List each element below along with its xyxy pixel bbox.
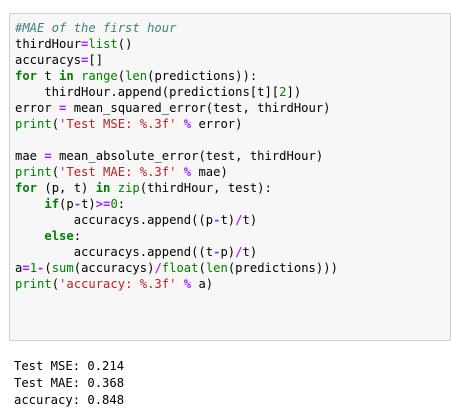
code-token-string: 'Test MAE: %.3f' xyxy=(59,165,177,179)
code-token-plain: [] xyxy=(88,53,104,67)
code-token-plain: (predictions))) xyxy=(227,261,338,275)
code-cell[interactable]: #MAE of the first hour thirdHour=list() ac… xyxy=(9,13,451,341)
code-token-operator: = xyxy=(22,261,30,275)
code-token-plain: error) xyxy=(191,117,243,131)
code-token-plain: (p, t) xyxy=(37,181,96,195)
code-token-plain: t) xyxy=(81,197,96,211)
code-token-plain: ( xyxy=(51,165,60,179)
code-token-keyword: in xyxy=(59,69,74,83)
code-token-keyword: else xyxy=(44,229,74,243)
code-token-keyword: for xyxy=(15,69,38,83)
code-token-builtin: zip xyxy=(117,181,140,195)
code-token-plain: accuracys xyxy=(15,53,82,67)
code-token-plain: mean_absolute_error(test, thirdHour) xyxy=(51,149,324,163)
code-token-plain: p) xyxy=(220,245,236,259)
code-token-plain: error xyxy=(15,101,60,115)
code-token-builtin: print xyxy=(15,277,52,291)
output-line: Test MSE: 0.214 xyxy=(14,359,125,373)
code-token-number: 0 xyxy=(110,197,118,211)
code-token-plain: t) xyxy=(242,245,258,259)
code-token-plain: ( xyxy=(198,261,206,275)
output-line: Test MAE: 0.368 xyxy=(14,376,125,390)
code-token-builtin: print xyxy=(15,117,52,131)
code-token-plain: ( xyxy=(117,69,126,83)
code-token-plain: (accuracys) xyxy=(73,261,155,275)
code-token-plain: a) xyxy=(191,277,214,291)
code-line: a=1-(sum(accuracys)/float(len(prediction… xyxy=(15,260,338,276)
code-line: print('accuracy: %.3f' % a) xyxy=(15,276,338,292)
code-token-comment: #MAE of the first hour xyxy=(15,21,177,35)
code-line: else: xyxy=(15,228,338,244)
code-line: accuracys=[] xyxy=(15,52,338,68)
cell-output: Test MSE: 0.214 Test MAE: 0.368 accuracy: … xyxy=(14,358,124,409)
code-line: mae = mean_absolute_error(test, thirdHou… xyxy=(15,148,338,164)
code-line: for t in range(len(predictions)): xyxy=(15,68,338,84)
code-line: accuracys.append((t-p)/t) xyxy=(15,244,338,260)
code-token-builtin: float xyxy=(161,261,199,275)
code-token-operator: / xyxy=(154,261,162,275)
code-token-builtin: len xyxy=(205,261,228,275)
code-line: accuracys.append((p-t)/t) xyxy=(15,212,338,228)
code-token-keyword: if xyxy=(44,197,60,211)
code-line: thirdHour=list() xyxy=(15,36,338,52)
code-token-plain: : xyxy=(73,229,82,243)
code-token-plain: t) xyxy=(220,213,236,227)
code-token-plain: : xyxy=(117,197,126,211)
code-token-plain: accuracys.append((p xyxy=(15,213,214,227)
code-token-operator: = xyxy=(44,149,52,163)
code-line: #MAE of the first hour xyxy=(15,20,338,36)
code-token-builtin: sum xyxy=(51,261,74,275)
code-token-plain: ]) xyxy=(286,85,302,99)
code-token-operator: / xyxy=(235,213,243,227)
code-token-string: 'accuracy: %.3f' xyxy=(59,277,177,291)
code-token-plain: mean_squared_error(test, thirdHour) xyxy=(66,101,331,115)
code-token-plain: (thirdHour, test): xyxy=(139,181,272,195)
code-token-operator: - xyxy=(73,197,82,211)
code-token-builtin: print xyxy=(15,165,52,179)
code-token-plain: (p xyxy=(59,197,74,211)
code-line: print('Test MAE: %.3f' % mae) xyxy=(15,164,338,180)
code-token-builtin: len xyxy=(125,69,148,83)
code-line: thirdHour.append(predictions[t][2]) xyxy=(15,84,338,100)
code-token-builtin: range xyxy=(81,69,118,83)
code-line: if(p-t)>=0: xyxy=(15,196,338,212)
code-token-plain: thirdHour xyxy=(15,37,82,51)
code-token-builtin: list xyxy=(88,37,118,51)
code-token-operator: >= xyxy=(95,197,111,211)
code-line: for (p, t) in zip(thirdHour, test): xyxy=(15,180,338,196)
code-token-plain: t xyxy=(37,69,60,83)
code-token-string: 'Test MSE: %.3f' xyxy=(59,117,177,131)
code-token-plain: (predictions)): xyxy=(147,69,258,83)
code-editor[interactable]: #MAE of the first hour thirdHour=list() ac… xyxy=(15,20,338,292)
code-token-plain: thirdHour.append(predictions[t][ xyxy=(15,85,280,99)
code-line: error = mean_squared_error(test, thirdHo… xyxy=(15,100,338,116)
code-token-number: 2 xyxy=(279,85,287,99)
code-token-operator: / xyxy=(235,245,243,259)
code-token-plain: ( xyxy=(51,117,60,131)
code-token-keyword: in xyxy=(95,181,111,195)
code-token-plain: mae xyxy=(15,149,45,163)
code-token-plain: ( xyxy=(44,261,52,275)
code-token-number: 1 xyxy=(29,261,38,275)
code-token-keyword: for xyxy=(15,181,38,195)
code-token-plain: ( xyxy=(51,277,60,291)
code-token-plain: accuracys.append((t xyxy=(15,245,214,259)
code-token-plain: t) xyxy=(242,213,258,227)
output-line: accuracy: 0.848 xyxy=(14,393,125,407)
code-token-plain: () xyxy=(117,37,133,51)
code-token-plain: mae) xyxy=(191,165,228,179)
notebook-page: #MAE of the first hour thirdHour=list() ac… xyxy=(0,0,451,417)
code-line: print('Test MSE: %.3f' % error) xyxy=(15,116,338,132)
